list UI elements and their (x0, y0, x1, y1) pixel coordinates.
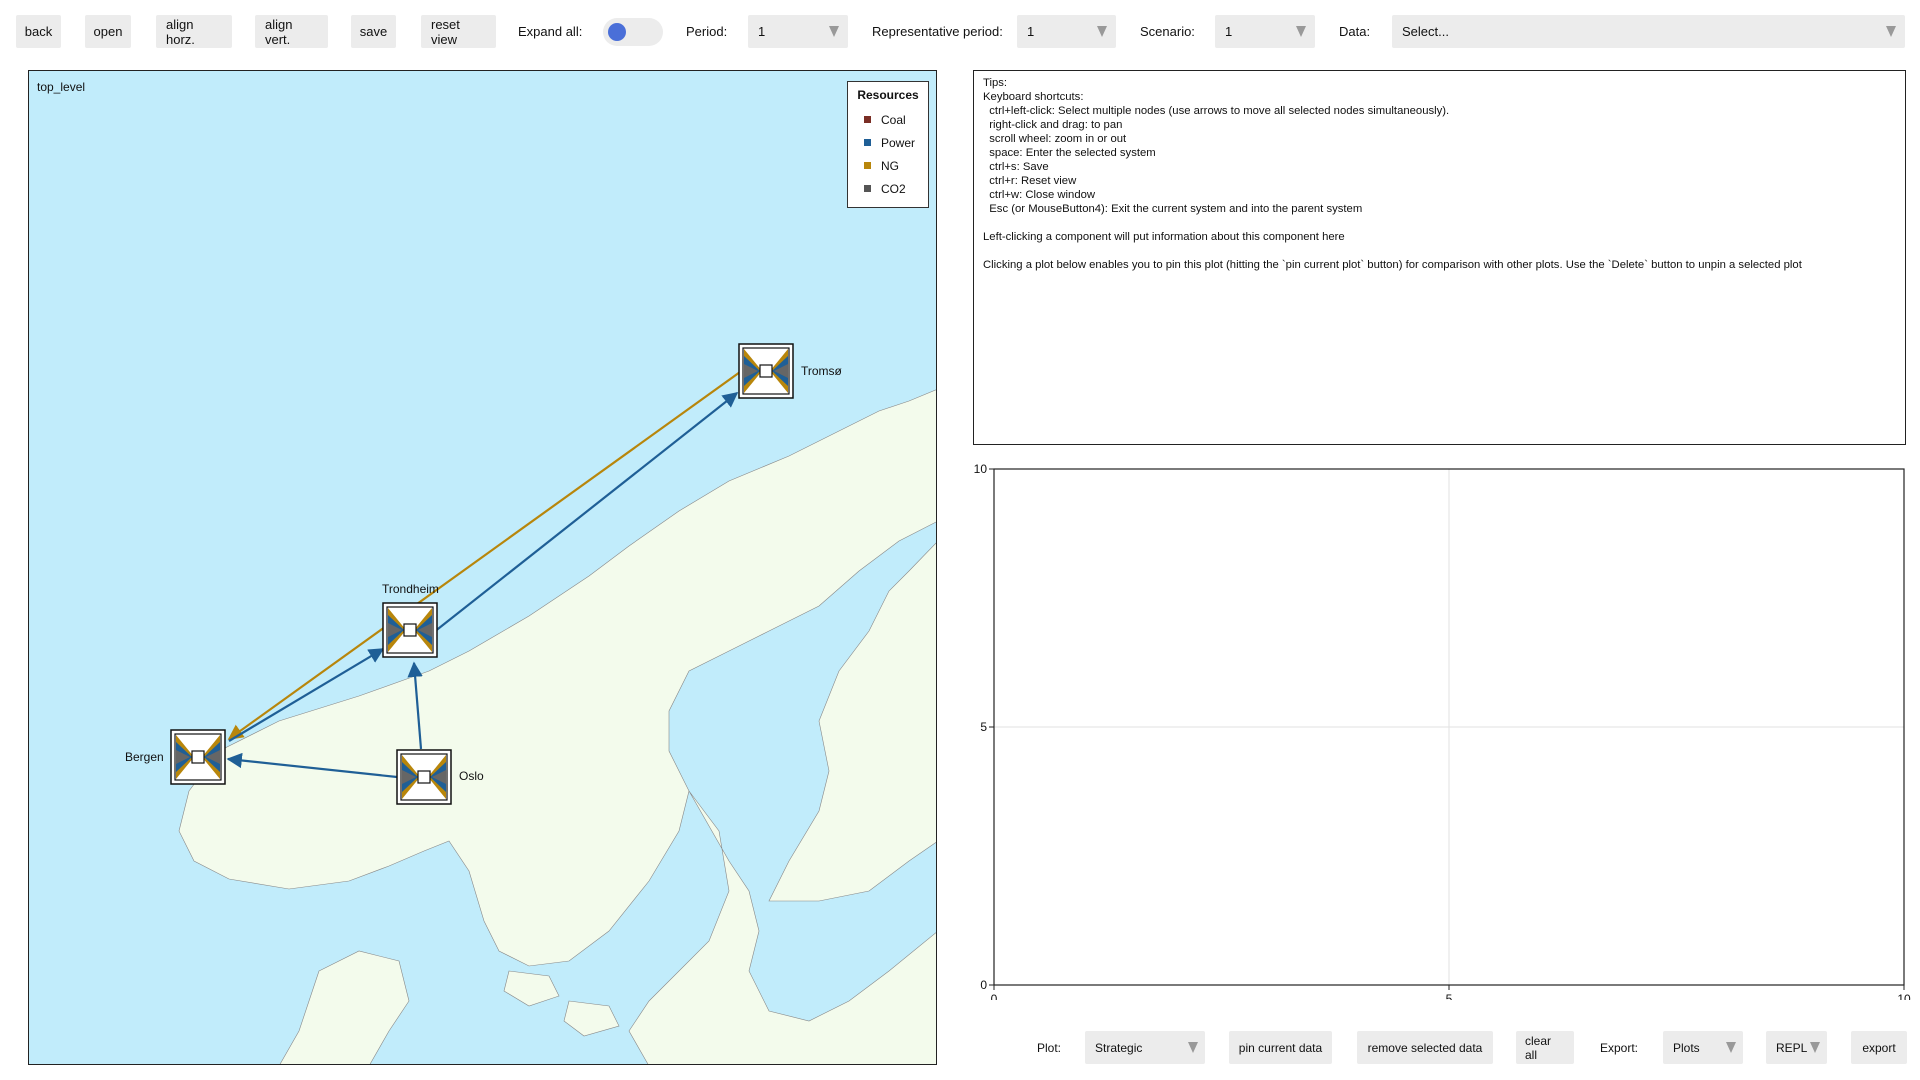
y-tick-label: 5 (980, 720, 987, 734)
node-tromso[interactable] (738, 343, 794, 399)
data-value: Select... (1402, 24, 1449, 39)
export-format-value: Plots (1673, 1040, 1700, 1055)
x-tick-label: 5 (1446, 992, 1453, 1000)
info-line: Tips: (983, 77, 1008, 89)
node-label-oslo: Oslo (459, 769, 484, 783)
chevron-down-icon (829, 26, 839, 37)
legend-title: Resources (857, 88, 919, 102)
save-button[interactable]: save (351, 15, 396, 48)
info-line: Left-clicking a component will put infor… (983, 231, 1345, 243)
legend-item-coal: Coal (856, 108, 920, 131)
repl-select[interactable]: REPL (1766, 1031, 1827, 1064)
info-line: ctrl+left-click: Select multiple nodes (… (983, 105, 1450, 117)
scenario-label: Scenario: (1140, 24, 1195, 39)
node-label-bergen: Bergen (125, 750, 164, 764)
chevron-down-icon (1188, 1042, 1198, 1053)
node-oslo[interactable] (396, 749, 452, 805)
align-vert-button[interactable]: align vert. (255, 15, 328, 48)
chevron-down-icon (1097, 26, 1107, 37)
legend-swatch (864, 139, 871, 146)
info-line: ctrl+s: Save (983, 161, 1049, 173)
align-horz-button[interactable]: align horz. (156, 15, 232, 48)
export-button[interactable]: export (1851, 1031, 1907, 1064)
representative-period-value: 1 (1027, 24, 1035, 39)
node-bergen[interactable] (170, 729, 226, 785)
land-denmark (279, 950, 410, 1064)
plot-value: Strategic (1095, 1040, 1143, 1055)
legend-label: Coal (881, 112, 906, 127)
x-tick-label: 10 (1897, 992, 1911, 1000)
info-line: ctrl+w: Close window (983, 189, 1096, 201)
legend-label: CO2 (881, 181, 906, 196)
x-tick-label: 0 (991, 992, 998, 1000)
map-title: top_level (37, 80, 86, 94)
map-canvas (170, 343, 936, 1064)
chevron-down-icon (1726, 1042, 1736, 1053)
data-label: Data: (1339, 24, 1371, 39)
export-format-select[interactable]: Plots (1663, 1031, 1743, 1064)
export-label: Export: (1600, 1041, 1639, 1055)
map-panel[interactable]: top_level Tromsø Trondheim Bergen Oslo R… (28, 70, 937, 1065)
scenario-value: 1 (1225, 24, 1233, 39)
legend-label: NG (881, 158, 899, 173)
remove-selected-data-button[interactable]: remove selected data (1357, 1031, 1493, 1064)
info-line: right-click and drag: to pan (983, 119, 1123, 131)
plot-select[interactable]: Strategic (1085, 1031, 1205, 1064)
representative-period-label: Representative period: (872, 24, 1003, 39)
info-line (983, 216, 1896, 230)
plot-label: Plot: (1037, 1041, 1062, 1055)
chevron-down-icon (1810, 1042, 1820, 1053)
node-label-tromso: Tromsø (801, 364, 842, 378)
y-tick-label: 0 (980, 978, 987, 992)
clear-all-button[interactable]: clear all (1516, 1031, 1574, 1064)
info-line: Clicking a plot below enables you to pin… (983, 259, 1802, 271)
node-trondheim[interactable] (382, 602, 438, 658)
scenario-select[interactable]: 1 (1215, 15, 1315, 48)
chevron-down-icon (1296, 26, 1306, 37)
repl-value: REPL (1776, 1040, 1808, 1055)
legend-swatch (864, 162, 871, 169)
land-islands (503, 970, 620, 1037)
legend-item-ng: NG (856, 154, 920, 177)
plot-area[interactable]: 0 5 10 0 5 10 (973, 460, 1920, 1006)
info-panel: Tips: Keyboard shortcuts: ctrl+left-clic… (973, 70, 1906, 445)
y-tick-label: 10 (974, 462, 988, 476)
resources-legend: Resources Coal Power NG CO2 (847, 81, 929, 208)
period-value: 1 (758, 24, 766, 39)
expand-all-label: Expand all: (518, 24, 583, 39)
legend-item-co2: CO2 (856, 177, 920, 200)
period-label: Period: (686, 24, 728, 39)
info-line: space: Enter the selected system (983, 147, 1156, 159)
period-select[interactable]: 1 (748, 15, 848, 48)
info-line (983, 244, 1896, 258)
plot-svg: 0 5 10 0 5 10 (974, 462, 1911, 1006)
info-line: scroll wheel: zoom in or out (983, 133, 1127, 145)
legend-swatch (864, 185, 871, 192)
expand-all-toggle[interactable] (603, 18, 663, 46)
back-button[interactable]: back (16, 15, 61, 48)
legend-swatch (864, 116, 871, 123)
info-line: ctrl+r: Reset view (983, 175, 1077, 187)
pin-current-data-button[interactable]: pin current data (1229, 1031, 1332, 1064)
open-button[interactable]: open (85, 15, 131, 48)
reset-view-button[interactable]: reset view (421, 15, 496, 48)
info-line: Keyboard shortcuts: (983, 91, 1084, 103)
data-select[interactable]: Select... (1392, 15, 1905, 48)
info-line: Esc (or MouseButton4): Exit the current … (983, 203, 1363, 215)
representative-period-select[interactable]: 1 (1017, 15, 1116, 48)
node-label-trondheim: Trondheim (382, 582, 439, 596)
legend-item-power: Power (856, 131, 920, 154)
toggle-knob (608, 23, 626, 41)
chevron-down-icon (1886, 26, 1896, 37)
legend-label: Power (881, 135, 916, 150)
